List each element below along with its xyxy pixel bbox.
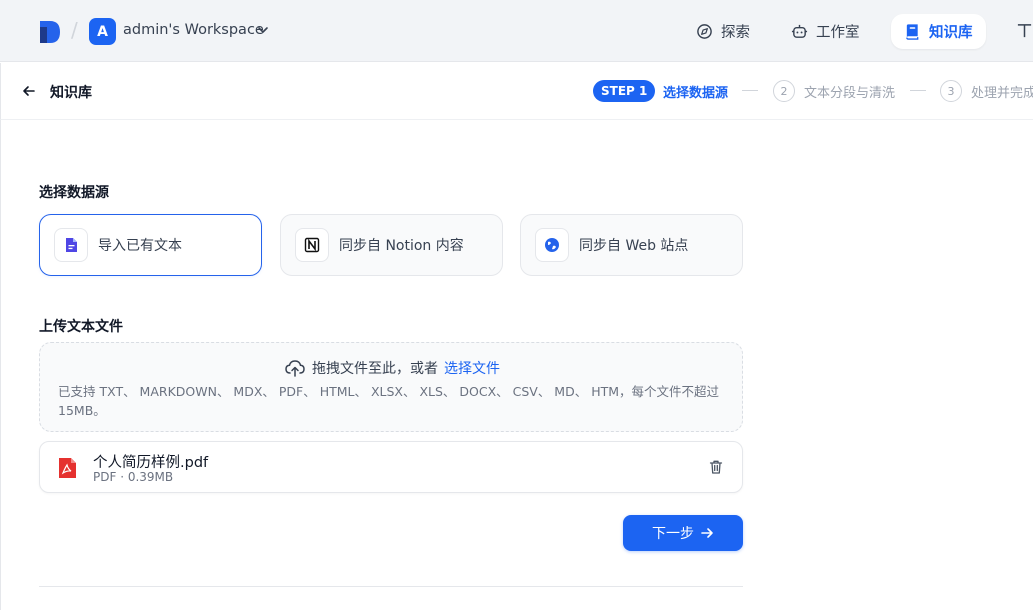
src-icon-wrap	[295, 228, 329, 262]
tools-icon[interactable]	[1016, 22, 1033, 39]
step-2-label: 文本分段与清洗	[804, 86, 896, 101]
arrow-right-icon	[701, 528, 713, 538]
step-2-number: 2	[773, 80, 795, 102]
document-icon	[66, 238, 77, 252]
datasource-title: 选择数据源	[39, 185, 109, 201]
supported-formats-note: 已支持 TXT、 MARKDOWN、 MDX、 PDF、 HTML、 XLSX、…	[58, 384, 720, 418]
section-divider	[39, 586, 743, 587]
nav-studio[interactable]: 工作室	[778, 14, 873, 49]
src-icon-wrap	[535, 228, 569, 262]
back-arrow-icon[interactable]	[21, 83, 37, 99]
step-1-label: 选择数据源	[663, 86, 729, 101]
step-3-number: 3	[940, 80, 962, 102]
dropzone-prompt: 拖拽文件至此，或者 选择文件	[40, 357, 744, 379]
page-header: 知识库 STEP 1 选择数据源 2 文本分段与清洗 3 处理并完成	[0, 63, 1033, 120]
select-file-link[interactable]: 选择文件	[444, 358, 500, 378]
src-icon-wrap	[54, 228, 88, 262]
book-icon	[906, 24, 919, 40]
workspace-avatar[interactable]: A	[89, 18, 116, 45]
left-border	[0, 120, 1, 610]
trash-icon[interactable]	[708, 459, 724, 475]
pdf-file-icon	[59, 458, 76, 478]
top-navigation-bar: / A admin's Workspace 探索 工作室 知识库	[0, 0, 1033, 62]
source-option-notion[interactable]: 同步自 Notion 内容	[280, 214, 503, 276]
notion-icon	[304, 237, 320, 253]
workspace-switcher[interactable]: admin's Workspace	[123, 22, 264, 38]
nav-explore[interactable]: 探索	[683, 14, 763, 49]
dropzone-text: 拖拽文件至此，或者	[312, 361, 438, 377]
upload-title: 上传文本文件	[39, 319, 123, 335]
source-option-web[interactable]: 同步自 Web 站点	[520, 214, 743, 276]
web-icon	[545, 238, 559, 252]
uploaded-file-item[interactable]: 个人简历样例.pdf PDF · 0.39MB	[39, 441, 743, 493]
source-option-label: 导入已有文本	[98, 238, 182, 254]
compass-icon	[697, 24, 712, 39]
step-divider	[910, 90, 926, 91]
next-step-label: 下一步	[652, 525, 694, 541]
app-logo-icon[interactable]	[37, 19, 63, 45]
step-3-label: 处理并完成	[971, 86, 1033, 101]
next-step-button[interactable]: 下一步	[623, 515, 743, 551]
nav-knowledge[interactable]: 知识库	[891, 14, 986, 49]
page-title: 知识库	[50, 85, 92, 101]
cloud-upload-icon	[285, 360, 305, 377]
source-option-import-text[interactable]: 导入已有文本	[39, 214, 262, 276]
robot-icon	[791, 24, 808, 38]
file-meta: PDF · 0.39MB	[93, 470, 174, 484]
source-option-label: 同步自 Notion 内容	[339, 238, 464, 254]
nav-studio-label: 工作室	[816, 25, 860, 41]
chevron-down-icon[interactable]	[257, 24, 269, 36]
step-1-badge: STEP 1	[593, 80, 656, 102]
step-divider	[742, 90, 758, 91]
source-option-label: 同步自 Web 站点	[579, 238, 689, 254]
breadcrumb-separator: /	[71, 18, 78, 42]
file-name: 个人简历样例.pdf	[93, 455, 209, 471]
nav-explore-label: 探索	[721, 25, 750, 41]
nav-knowledge-label: 知识库	[929, 25, 973, 41]
file-dropzone[interactable]: 拖拽文件至此，或者 选择文件 已支持 TXT、 MARKDOWN、 MDX、 P…	[39, 342, 743, 432]
